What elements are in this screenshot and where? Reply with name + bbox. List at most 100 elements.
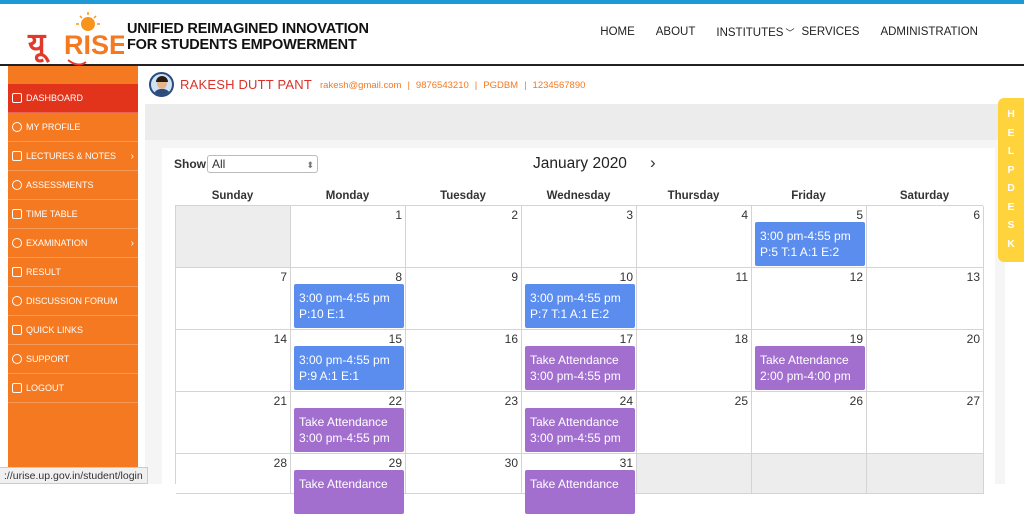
- calendar-day-cell[interactable]: 3: [522, 206, 637, 268]
- calendar-event[interactable]: Take Attendance 3:00 pm-4:55 pm: [294, 408, 404, 452]
- event-line1: Take Attendance: [299, 477, 388, 491]
- profile-email: rakesh@gmail.com: [320, 80, 402, 91]
- svg-text:यू: यू: [27, 27, 50, 63]
- sidebar-item-assessments[interactable]: ASSESSMENTS: [8, 171, 138, 200]
- day-number: 4: [741, 208, 748, 222]
- sidebar-item-label: SUPPORT: [26, 354, 70, 364]
- nav-about[interactable]: ABOUT: [656, 26, 696, 39]
- day-number: 10: [619, 270, 633, 284]
- sidebar-item-examination[interactable]: EXAMINATION ›: [8, 229, 138, 258]
- helpdesk-letter: L: [1007, 145, 1015, 157]
- calendar-event[interactable]: Take Attendance: [525, 470, 635, 514]
- sidebar-item-dashboard[interactable]: DASHBOARD: [8, 84, 138, 113]
- calendar-day-cell[interactable]: 23: [406, 392, 522, 454]
- day-number: 26: [849, 394, 863, 408]
- calendar-day-cell[interactable]: 2: [406, 206, 522, 268]
- calendar-event[interactable]: Take Attendance 3:00 pm-4:55 pm: [525, 408, 635, 452]
- sidebar-item-support[interactable]: SUPPORT: [8, 345, 138, 374]
- calendar-day-cell[interactable]: 20: [867, 330, 984, 392]
- calendar-day-cell[interactable]: 16: [406, 330, 522, 392]
- calendar-day-cell[interactable]: 14: [176, 330, 291, 392]
- nav-services[interactable]: SERVICES: [802, 26, 860, 39]
- calendar-day-cell[interactable]: 26: [752, 392, 867, 454]
- calendar-day-cell[interactable]: 5 3:00 pm-4:55 pm P:5 T:1 A:1 E:2: [752, 206, 867, 268]
- helpdesk-letter: K: [1007, 237, 1015, 250]
- day-number: 7: [280, 270, 287, 284]
- calendar-day-cell[interactable]: 22 Take Attendance 3:00 pm-4:55 pm: [291, 392, 406, 454]
- calendar-event[interactable]: 3:00 pm-4:55 pm P:5 T:1 A:1 E:2: [755, 222, 865, 266]
- calendar-day-cell[interactable]: 18: [637, 330, 752, 392]
- calendar-day-cell[interactable]: 24 Take Attendance 3:00 pm-4:55 pm: [522, 392, 637, 454]
- calendar-day-cell[interactable]: 11: [637, 268, 752, 330]
- calendar-day-cell[interactable]: 4: [637, 206, 752, 268]
- calendar-day-cell[interactable]: 7: [176, 268, 291, 330]
- calendar-day-cell[interactable]: 12: [752, 268, 867, 330]
- helpdesk-letter: P: [1007, 163, 1015, 176]
- calendar-day-cell[interactable]: 8 3:00 pm-4:55 pm P:10 E:1: [291, 268, 406, 330]
- calendar-day-cell[interactable]: 28: [176, 454, 291, 494]
- calendar-day-cell[interactable]: 30: [406, 454, 522, 494]
- chevron-down-icon: ﹀: [785, 28, 795, 38]
- browser-status-url: ://urise.up.gov.in/student/login: [0, 467, 148, 484]
- sidebar-item-time-table[interactable]: TIME TABLE: [8, 200, 138, 229]
- calendar-day-cell[interactable]: [867, 454, 984, 494]
- browser-top-bar: [0, 0, 1024, 4]
- day-number: 1: [395, 208, 402, 222]
- calendar-day-cell[interactable]: 13: [867, 268, 984, 330]
- sidebar-item-label: TIME TABLE: [26, 209, 78, 219]
- sidebar-item-my-profile[interactable]: MY PROFILE: [8, 113, 138, 142]
- calendar-event[interactable]: Take Attendance: [294, 470, 404, 514]
- sidebar-item-quick-links[interactable]: QUICK LINKS: [8, 316, 138, 345]
- calendar-event[interactable]: Take Attendance 3:00 pm-4:55 pm: [525, 346, 635, 390]
- event-line2: P:5 T:1 A:1 E:2: [760, 244, 840, 259]
- sidebar-item-result[interactable]: RESULT: [8, 258, 138, 287]
- avatar[interactable]: [149, 72, 174, 97]
- nav-administration[interactable]: ADMINISTRATION: [880, 26, 978, 39]
- sidebar-item-discussion-forum[interactable]: DISCUSSION FORUM: [8, 287, 138, 316]
- sidebar-item-label: MY PROFILE: [26, 122, 81, 132]
- calendar-day-cell[interactable]: [637, 454, 752, 494]
- calendar-event[interactable]: 3:00 pm-4:55 pm P:9 A:1 E:1: [294, 346, 404, 390]
- calendar-event[interactable]: 3:00 pm-4:55 pm P:10 E:1: [294, 284, 404, 328]
- calendar-day-cell[interactable]: 1: [291, 206, 406, 268]
- calendar-day-cell[interactable]: [752, 454, 867, 494]
- nav-institutes[interactable]: INSTITUTES ﹀: [716, 26, 794, 39]
- weekday-header: Saturday: [899, 190, 950, 202]
- nav-home[interactable]: HOME: [600, 26, 635, 39]
- dashboard-icon: [12, 93, 22, 103]
- event-line1: 3:00 pm-4:55 pm: [530, 291, 621, 305]
- urise-logo[interactable]: यू RISE: [26, 10, 124, 72]
- event-line2: 3:00 pm-4:55 pm: [530, 368, 621, 383]
- day-number: 31: [619, 456, 633, 470]
- weekday-header: Monday: [325, 190, 370, 202]
- calendar-day-cell[interactable]: 17 Take Attendance 3:00 pm-4:55 pm: [522, 330, 637, 392]
- chevron-right-icon: ›: [130, 150, 134, 162]
- calendar-day-cell[interactable]: 27: [867, 392, 984, 454]
- calendar-day-cell[interactable]: [176, 206, 291, 268]
- day-number: 25: [734, 394, 748, 408]
- calendar-day-cell[interactable]: 9: [406, 268, 522, 330]
- site-header: यू RISE UNIFIED REIMAGINED INNOVATION FO…: [0, 6, 1024, 66]
- event-line2: 3:00 pm-4:55 pm: [299, 430, 390, 445]
- calendar-day-cell[interactable]: 21: [176, 392, 291, 454]
- calendar-day-cell[interactable]: 19 Take Attendance 2:00 pm-4:00 pm: [752, 330, 867, 392]
- sidebar-item-label: DISCUSSION FORUM: [26, 296, 118, 306]
- calendar-day-cell[interactable]: 31 Take Attendance: [522, 454, 637, 514]
- day-number: 8: [395, 270, 402, 284]
- calendar-day-cell[interactable]: 6: [867, 206, 984, 268]
- sidebar-item-lectures-notes[interactable]: LECTURES & NOTES ›: [8, 142, 138, 171]
- day-number: 5: [856, 208, 863, 222]
- result-icon: [12, 267, 22, 277]
- show-filter-label: Show: [174, 157, 206, 171]
- calendar-event[interactable]: Take Attendance 2:00 pm-4:00 pm: [755, 346, 865, 390]
- show-filter-select[interactable]: All ⬍: [207, 155, 318, 173]
- next-month-button[interactable]: ›: [650, 153, 656, 173]
- sidebar-item-logout[interactable]: LOGOUT: [8, 374, 138, 403]
- calendar-event[interactable]: 3:00 pm-4:55 pm P:7 T:1 A:1 E:2: [525, 284, 635, 328]
- content-banner: [145, 104, 1005, 140]
- helpdesk-tab[interactable]: HELPDESK: [998, 98, 1024, 262]
- calendar-day-cell[interactable]: 15 3:00 pm-4:55 pm P:9 A:1 E:1: [291, 330, 406, 392]
- calendar-day-cell[interactable]: 29 Take Attendance: [291, 454, 406, 514]
- calendar-day-cell[interactable]: 10 3:00 pm-4:55 pm P:7 T:1 A:1 E:2: [522, 268, 637, 330]
- calendar-day-cell[interactable]: 25: [637, 392, 752, 454]
